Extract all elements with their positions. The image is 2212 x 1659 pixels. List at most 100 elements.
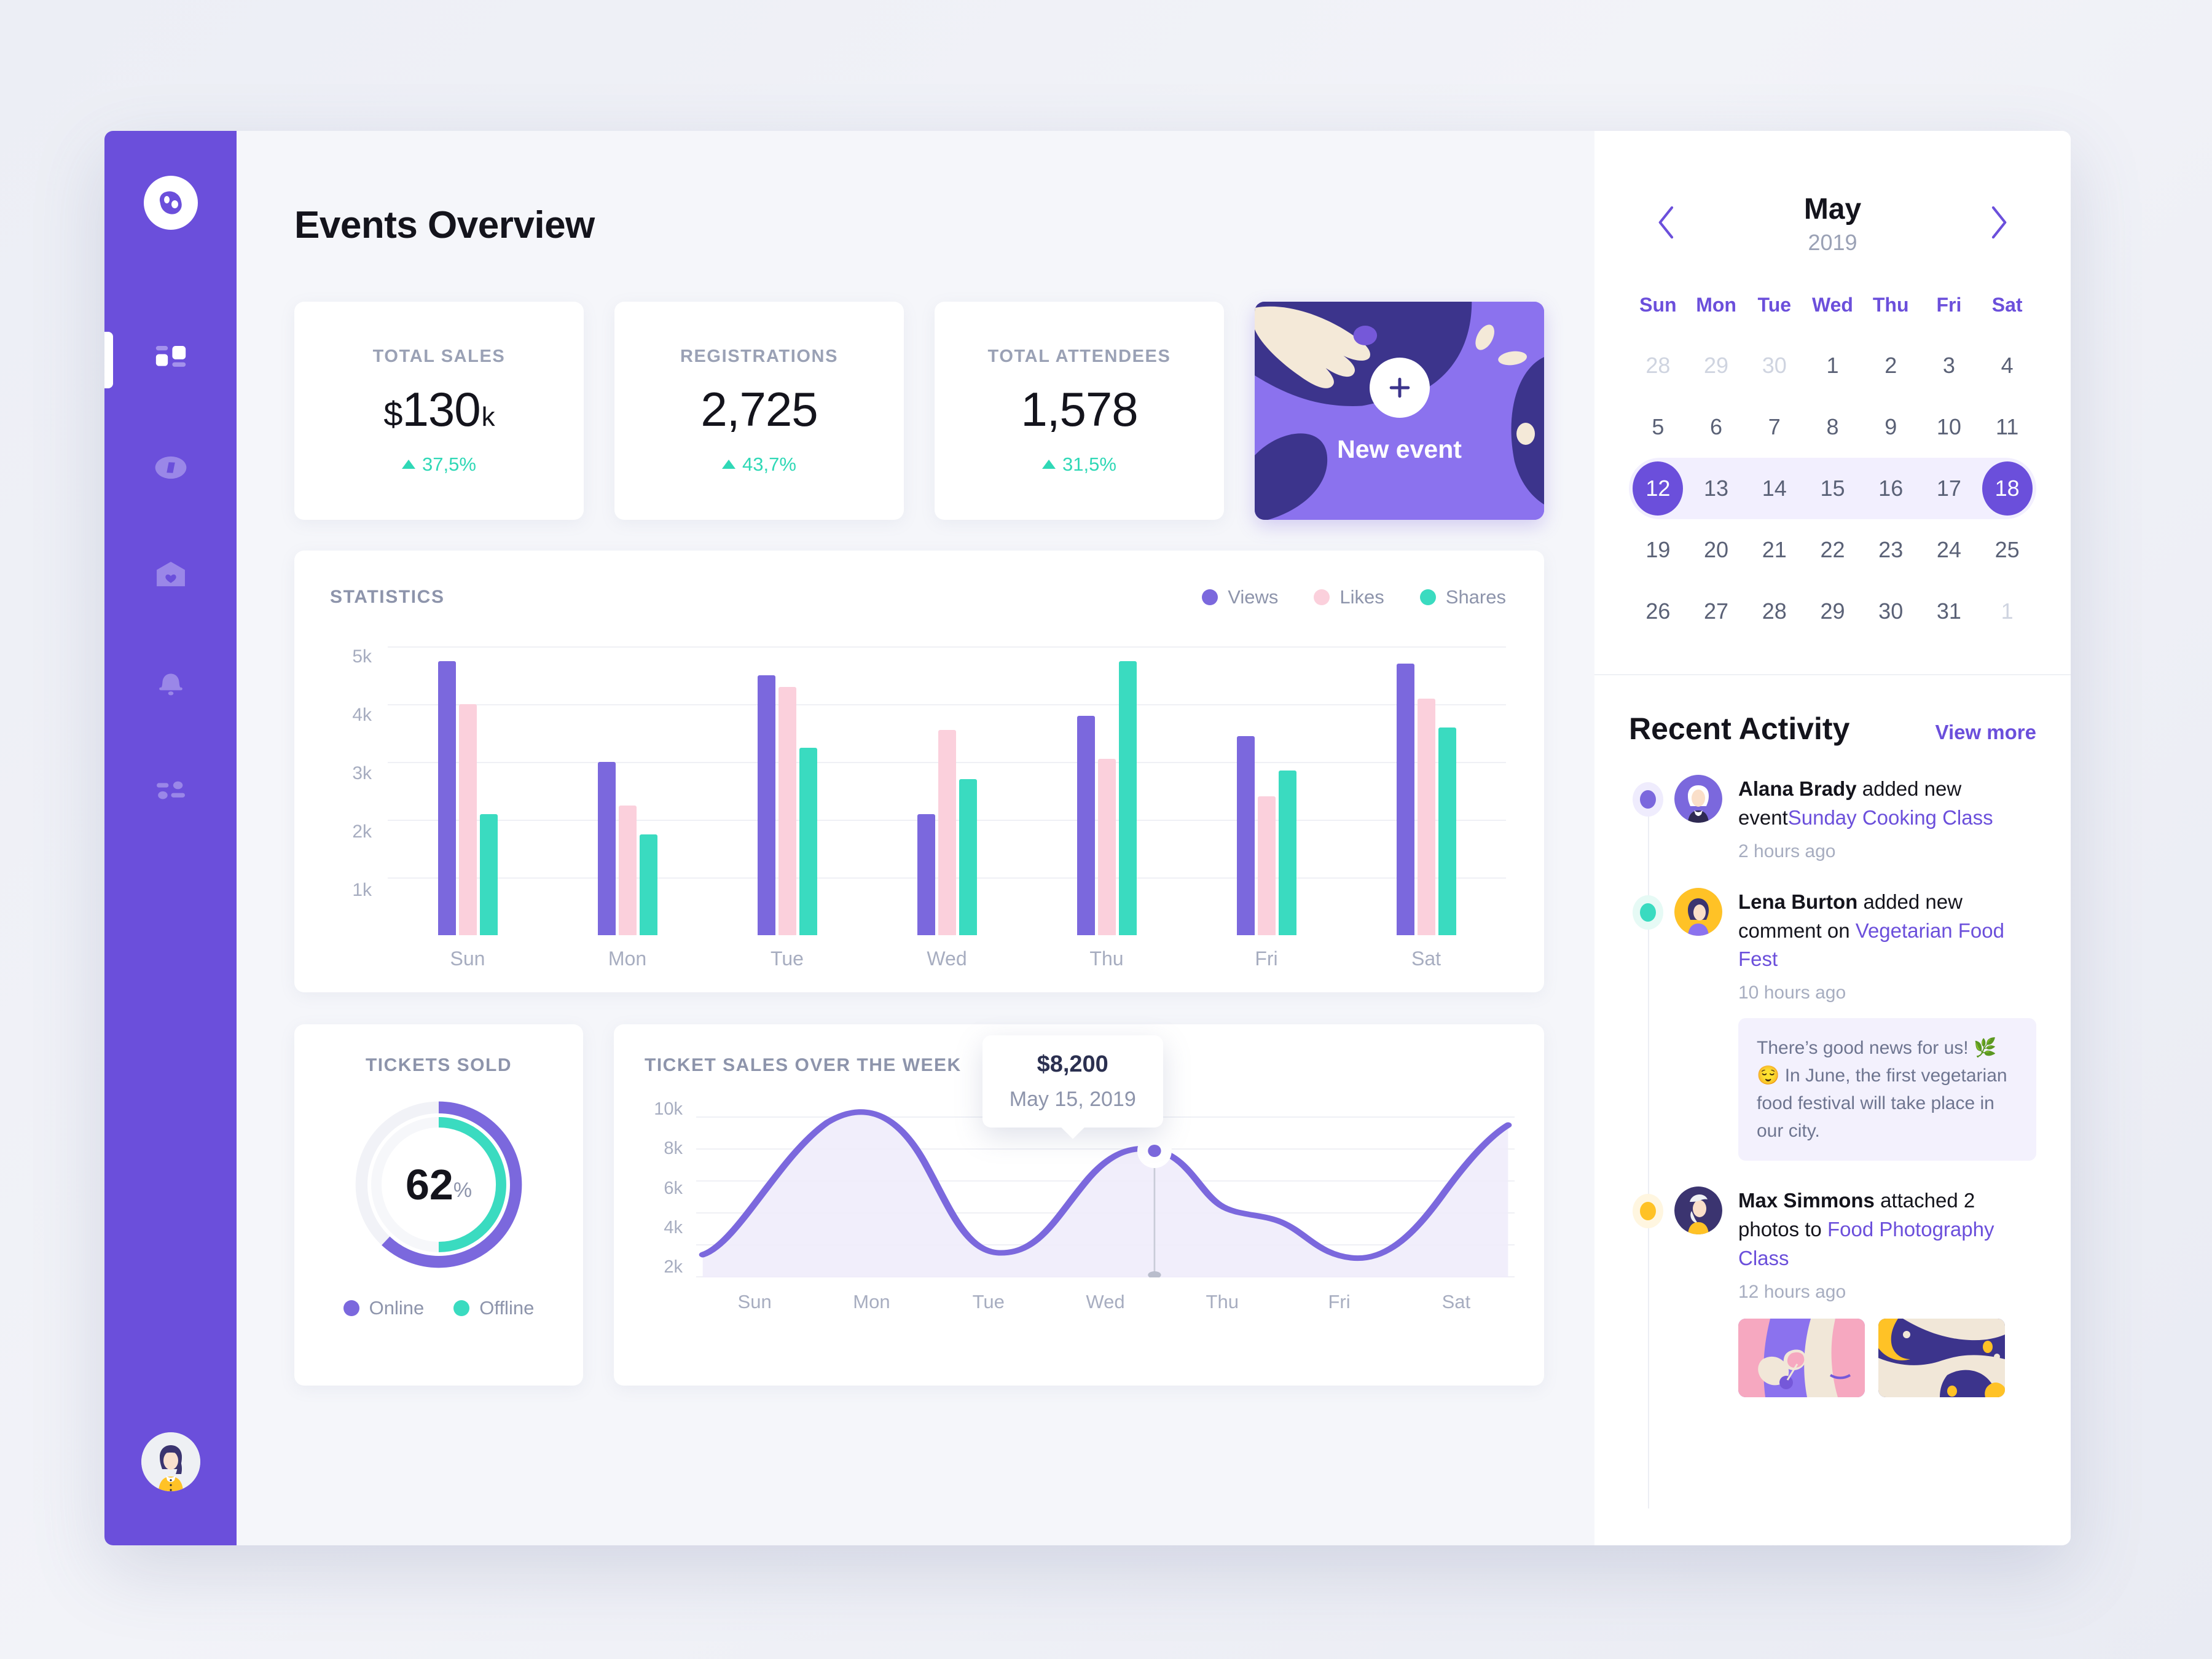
calendar-day[interactable]: 21 (1745, 519, 1803, 581)
activity-item: Lena Burton added new comment on Vegetar… (1629, 887, 2036, 1161)
bar-views[interactable] (1396, 664, 1414, 935)
bar-views[interactable] (437, 661, 456, 935)
activity-event-link[interactable]: Food Photography Class (1738, 1218, 1994, 1269)
legend-label: Online (369, 1297, 425, 1319)
bar-views[interactable] (1077, 715, 1095, 935)
sidebar-item-dashboard[interactable] (104, 306, 237, 414)
calendar-day[interactable]: 17 (1920, 458, 1979, 519)
avatar-max-simmons[interactable] (1674, 1186, 1722, 1235)
bar-group (597, 762, 657, 935)
user-avatar[interactable] (141, 1432, 200, 1491)
legend-item-likes[interactable]: Likes (1314, 586, 1384, 608)
calendar-day[interactable]: 2 (1862, 335, 1920, 396)
sidebar-item-explore[interactable] (104, 414, 237, 521)
bar-likes[interactable] (1417, 698, 1435, 935)
calendar-day[interactable]: 1 (1803, 335, 1862, 396)
calendar-day[interactable]: 28 (1745, 581, 1803, 642)
sidebar-item-settings[interactable] (104, 736, 237, 844)
sidebar-item-notifications[interactable] (104, 629, 237, 736)
bar-shares[interactable] (1278, 771, 1296, 935)
calendar-day[interactable]: 13 (1687, 458, 1746, 519)
donut-legend: Online Offline (343, 1297, 534, 1319)
activity-dot-wrap (1629, 1186, 1667, 1397)
new-event-card[interactable]: New event (1255, 302, 1544, 520)
bar-views[interactable] (1236, 735, 1255, 935)
calendar-grid: 28 29 30 1 2 3 4 5 6 7 8 9 10 11 12 13 14 15 16 17 18 19 20 21 2… (1629, 335, 2036, 642)
calendar-day[interactable]: 25 (1978, 519, 2036, 581)
calendar-day[interactable]: 7 (1745, 396, 1803, 458)
stat-card-total-attendees: TOTAL ATTENDEES 1,578 31,5% (935, 302, 1224, 520)
legend-item-offline[interactable]: Offline (453, 1297, 534, 1319)
calendar-day[interactable]: 26 (1629, 581, 1687, 642)
bar-likes[interactable] (938, 730, 956, 935)
activity-body: Max Simmons attached 2 photos to Food Ph… (1738, 1186, 2036, 1397)
app-logo[interactable] (143, 176, 198, 230)
activity-dot-wrap (1629, 775, 1667, 862)
bar-views[interactable] (597, 762, 616, 935)
calendar-day[interactable]: 9 (1862, 396, 1920, 458)
bar-shares[interactable] (479, 814, 498, 935)
avatar-lena-burton[interactable] (1674, 887, 1722, 936)
bar-shares[interactable] (1118, 661, 1137, 935)
chevron-right-icon[interactable] (1986, 205, 2010, 243)
bar-shares[interactable] (639, 834, 657, 935)
statistics-panel: STATISTICS Views Likes Shares 1k 2k 3k 4… (294, 551, 1544, 992)
bar-views[interactable] (917, 814, 935, 935)
activity-event-link[interactable]: Vegetarian Food Fest (1738, 919, 2004, 971)
legend-item-online[interactable]: Online (343, 1297, 425, 1319)
calendar-day[interactable]: 16 (1861, 458, 1920, 519)
calendar-day[interactable]: 22 (1803, 519, 1862, 581)
calendar-day[interactable]: 19 (1629, 519, 1687, 581)
chevron-left-icon[interactable] (1655, 205, 1679, 243)
calendar-day[interactable]: 5 (1629, 396, 1687, 458)
activity-timeline-dot (1640, 903, 1656, 922)
calendar-day[interactable]: 11 (1978, 396, 2036, 458)
calendar-day[interactable]: 30 (1862, 581, 1920, 642)
bar-shares[interactable] (799, 747, 817, 935)
bar-shares[interactable] (959, 779, 977, 935)
calendar-day[interactable]: 24 (1920, 519, 1979, 581)
activity-event-link[interactable]: Sunday Cooking Class (1788, 806, 1993, 829)
calendar-day[interactable]: 15 (1803, 458, 1862, 519)
photo-abstract-navy[interactable] (1878, 1318, 2005, 1397)
calendar-day[interactable]: 10 (1920, 396, 1979, 458)
new-event-plus-button[interactable] (1369, 358, 1430, 418)
calendar-day[interactable]: 8 (1803, 396, 1862, 458)
calendar-day[interactable]: 1 (1978, 581, 2036, 642)
app-window: Events Overview TOTAL SALES $ 130 k 37,5… (104, 131, 2071, 1545)
calendar-day[interactable]: 14 (1745, 458, 1804, 519)
x-tick: Mon (608, 947, 647, 970)
activity-item: Alana Brady added new eventSunday Cookin… (1629, 775, 2036, 862)
calendar-day[interactable]: 31 (1920, 581, 1979, 642)
calendar-day[interactable]: 30 (1745, 335, 1803, 396)
calendar-day[interactable]: 23 (1862, 519, 1920, 581)
calendar-month-year: May 2019 (1804, 192, 1861, 256)
bar-shares[interactable] (1438, 727, 1456, 935)
legend-item-views[interactable]: Views (1202, 586, 1278, 608)
calendar-day[interactable]: 6 (1687, 396, 1746, 458)
sidebar (104, 131, 237, 1545)
avatar-alana-brady[interactable] (1674, 775, 1722, 823)
calendar-day[interactable]: 4 (1978, 335, 2036, 396)
calendar-weekday: Sun (1639, 294, 1677, 316)
photo-wine-glass[interactable] (1738, 1318, 1865, 1397)
activity-body: Alana Brady added new eventSunday Cookin… (1738, 775, 2036, 862)
calendar-day[interactable]: 27 (1687, 581, 1746, 642)
view-more-link[interactable]: View more (1936, 721, 2036, 744)
bar-likes[interactable] (778, 686, 796, 935)
calendar-day[interactable]: 20 (1687, 519, 1746, 581)
bar-likes[interactable] (458, 704, 477, 935)
bar-likes[interactable] (1257, 796, 1276, 935)
calendar-day[interactable]: 18 (1978, 458, 2036, 519)
bar-likes[interactable] (1097, 759, 1116, 935)
bar-views[interactable] (757, 675, 775, 935)
bar-likes[interactable] (618, 805, 637, 935)
calendar-day[interactable]: 28 (1629, 335, 1687, 396)
legend-item-shares[interactable]: Shares (1419, 586, 1506, 608)
sidebar-item-messages[interactable] (104, 521, 237, 629)
calendar-day[interactable]: 29 (1803, 581, 1862, 642)
activity-user-name: Lena Burton (1738, 890, 1858, 913)
calendar-day[interactable]: 12 (1629, 458, 1687, 519)
calendar-day[interactable]: 29 (1687, 335, 1746, 396)
calendar-day[interactable]: 3 (1920, 335, 1979, 396)
